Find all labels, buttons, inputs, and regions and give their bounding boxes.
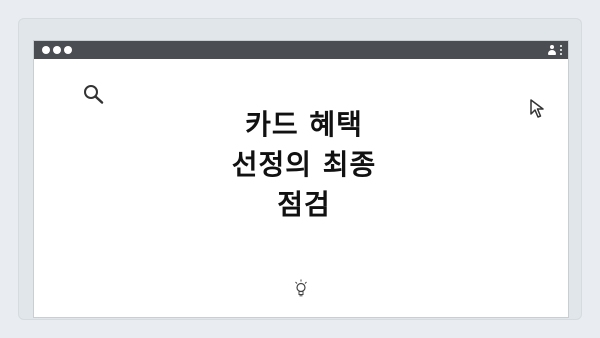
lightbulb-icon	[295, 279, 307, 297]
cursor-icon	[530, 99, 544, 118]
kebab-menu-icon[interactable]	[560, 45, 562, 55]
window-controls	[42, 46, 72, 54]
page-headline: 카드 혜택 선정의 최종 점검	[204, 105, 404, 225]
page-background: ○ ○ ○ ○	[0, 0, 600, 338]
window-dot-minimize[interactable]	[53, 46, 61, 54]
search-icon	[84, 85, 104, 104]
window-titlebar	[34, 41, 568, 59]
person-icon[interactable]	[547, 45, 557, 55]
window-dot-close[interactable]	[42, 46, 50, 54]
headline-line-2: 선정의 최종	[231, 148, 377, 181]
window-dot-maximize[interactable]	[64, 46, 72, 54]
headline-line-1: 카드 혜택	[245, 108, 363, 141]
headline-line-3: 점검	[277, 188, 331, 221]
browser-window: 카드 혜택 선정의 최종 점검	[33, 40, 569, 318]
titlebar-menu[interactable]	[547, 44, 562, 56]
